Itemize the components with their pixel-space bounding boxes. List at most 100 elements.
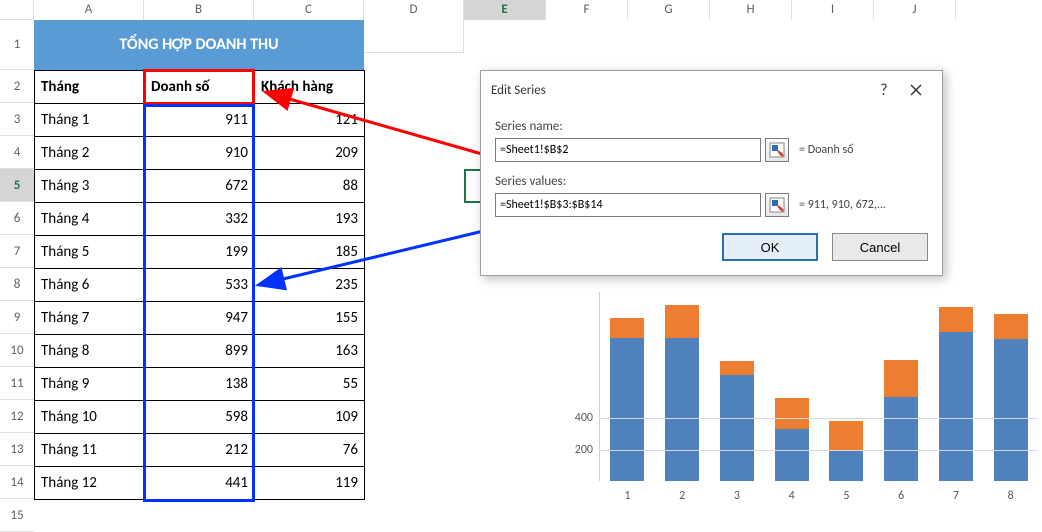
close-button[interactable] (900, 76, 932, 104)
row-header-1[interactable]: 1 (0, 20, 34, 70)
collapse-range-button[interactable] (765, 138, 789, 162)
row-header-7[interactable]: 7 (0, 235, 34, 268)
cell-customers[interactable]: 193 (255, 203, 365, 236)
cell-month[interactable]: Tháng 3 (35, 170, 145, 203)
table-row[interactable]: Tháng 367288 (35, 170, 365, 203)
column-header-J[interactable]: J (874, 0, 956, 20)
row-header-13[interactable]: 13 (0, 433, 34, 466)
cell-month[interactable]: Tháng 4 (35, 203, 145, 236)
help-button[interactable]: ? (868, 76, 900, 104)
cell-customers[interactable]: 185 (255, 236, 365, 269)
column-header-C[interactable]: C (254, 0, 364, 20)
cell-revenue[interactable]: 672 (145, 170, 255, 203)
row-header-5[interactable]: 5 (0, 169, 34, 202)
row-header-12[interactable]: 12 (0, 400, 34, 433)
table-row[interactable]: Tháng 4332193 (35, 203, 365, 236)
series-values-input[interactable] (495, 193, 761, 217)
edit-series-dialog: Edit Series ? Series name: = Doanh số (480, 70, 943, 276)
row-header-2[interactable]: 2 (0, 70, 34, 103)
cell-month[interactable]: Tháng 11 (35, 434, 145, 467)
cell-revenue[interactable]: 332 (145, 203, 255, 236)
cell-customers[interactable]: 109 (255, 401, 365, 434)
column-header-I[interactable]: I (792, 0, 874, 20)
ok-button[interactable]: OK (722, 233, 818, 261)
chart-xtick: 6 (884, 489, 918, 503)
table-title-cell[interactable]: TỔNG HỢP DOANH THU (34, 20, 364, 70)
spreadsheet-grid[interactable]: TỔNG HỢP DOANH THU ThángDoanh sốKhách hà… (34, 20, 464, 500)
range-selector-icon (769, 197, 785, 213)
col-header-customers[interactable]: Khách hàng (255, 71, 365, 104)
col-header-revenue[interactable]: Doanh số (145, 71, 255, 104)
select-all-corner[interactable] (0, 0, 34, 20)
cell-customers[interactable]: 235 (255, 269, 365, 302)
series-name-input[interactable] (495, 138, 761, 162)
embedded-chart[interactable]: 12345678 200400 (557, 292, 1037, 509)
cell-customers[interactable]: 119 (255, 467, 365, 500)
revenue-table[interactable]: ThángDoanh sốKhách hàngTháng 1911121Thán… (34, 70, 365, 500)
cell-month[interactable]: Tháng 7 (35, 302, 145, 335)
column-header-A[interactable]: A (34, 0, 144, 20)
cell-customers[interactable]: 55 (255, 368, 365, 401)
cell-revenue[interactable]: 199 (145, 236, 255, 269)
range-selector-icon (769, 142, 785, 158)
table-row[interactable]: Tháng 8899163 (35, 335, 365, 368)
cell-revenue[interactable]: 899 (145, 335, 255, 368)
cell-customers[interactable]: 76 (255, 434, 365, 467)
table-row[interactable]: Tháng 2910209 (35, 137, 365, 170)
column-header-H[interactable]: H (710, 0, 792, 20)
series-values-label: Series values: (495, 174, 928, 189)
chart-xtick: 3 (720, 489, 754, 503)
row-header-3[interactable]: 3 (0, 103, 34, 136)
series-values-preview: = 911, 910, 672,... (799, 198, 928, 212)
series-name-preview: = Doanh số (799, 143, 928, 157)
cell-revenue[interactable]: 598 (145, 401, 255, 434)
cell-month[interactable]: Tháng 5 (35, 236, 145, 269)
column-header-F[interactable]: F (546, 0, 628, 20)
table-row[interactable]: Tháng 1911121 (35, 104, 365, 137)
cell-month[interactable]: Tháng 8 (35, 335, 145, 368)
cell-month[interactable]: Tháng 12 (35, 467, 145, 500)
chart-xtick: 2 (665, 489, 699, 503)
cell-revenue[interactable]: 212 (145, 434, 255, 467)
column-header-B[interactable]: B (144, 0, 254, 20)
cell-customers[interactable]: 163 (255, 335, 365, 368)
cell-month[interactable]: Tháng 6 (35, 269, 145, 302)
cell-month[interactable]: Tháng 1 (35, 104, 145, 137)
cell-customers[interactable]: 121 (255, 104, 365, 137)
cancel-button[interactable]: Cancel (832, 233, 928, 261)
column-header-G[interactable]: G (628, 0, 710, 20)
column-header-D[interactable]: D (364, 0, 464, 20)
cell-revenue[interactable]: 910 (145, 137, 255, 170)
column-header-bar: ABCDEFGHIJ (0, 0, 956, 20)
chart-xtick: 4 (775, 489, 809, 503)
cell-customers[interactable]: 209 (255, 137, 365, 170)
table-row[interactable]: Tháng 7947155 (35, 302, 365, 335)
row-header-4[interactable]: 4 (0, 136, 34, 169)
column-header-E[interactable]: E (464, 0, 546, 20)
cell-revenue[interactable]: 911 (145, 104, 255, 137)
row-header-6[interactable]: 6 (0, 202, 34, 235)
table-row[interactable]: Tháng 12441119 (35, 467, 365, 500)
table-row[interactable]: Tháng 10598109 (35, 401, 365, 434)
table-row[interactable]: Tháng 6533235 (35, 269, 365, 302)
table-row[interactable]: Tháng 5199185 (35, 236, 365, 269)
cell-month[interactable]: Tháng 2 (35, 137, 145, 170)
row-header-14[interactable]: 14 (0, 466, 34, 499)
row-header-11[interactable]: 11 (0, 367, 34, 400)
row-header-8[interactable]: 8 (0, 268, 34, 301)
collapse-range-button-2[interactable] (765, 193, 789, 217)
cell-month[interactable]: Tháng 10 (35, 401, 145, 434)
col-header-month[interactable]: Tháng (35, 71, 145, 104)
cell-revenue[interactable]: 441 (145, 467, 255, 500)
row-header-9[interactable]: 9 (0, 301, 34, 334)
close-icon (910, 84, 922, 96)
cell-customers[interactable]: 88 (255, 170, 365, 203)
row-header-10[interactable]: 10 (0, 334, 34, 367)
cell-month[interactable]: Tháng 9 (35, 368, 145, 401)
cell-revenue[interactable]: 533 (145, 269, 255, 302)
table-row[interactable]: Tháng 1121276 (35, 434, 365, 467)
cell-revenue[interactable]: 947 (145, 302, 255, 335)
cell-customers[interactable]: 155 (255, 302, 365, 335)
cell-revenue[interactable]: 138 (145, 368, 255, 401)
table-row[interactable]: Tháng 913855 (35, 368, 365, 401)
